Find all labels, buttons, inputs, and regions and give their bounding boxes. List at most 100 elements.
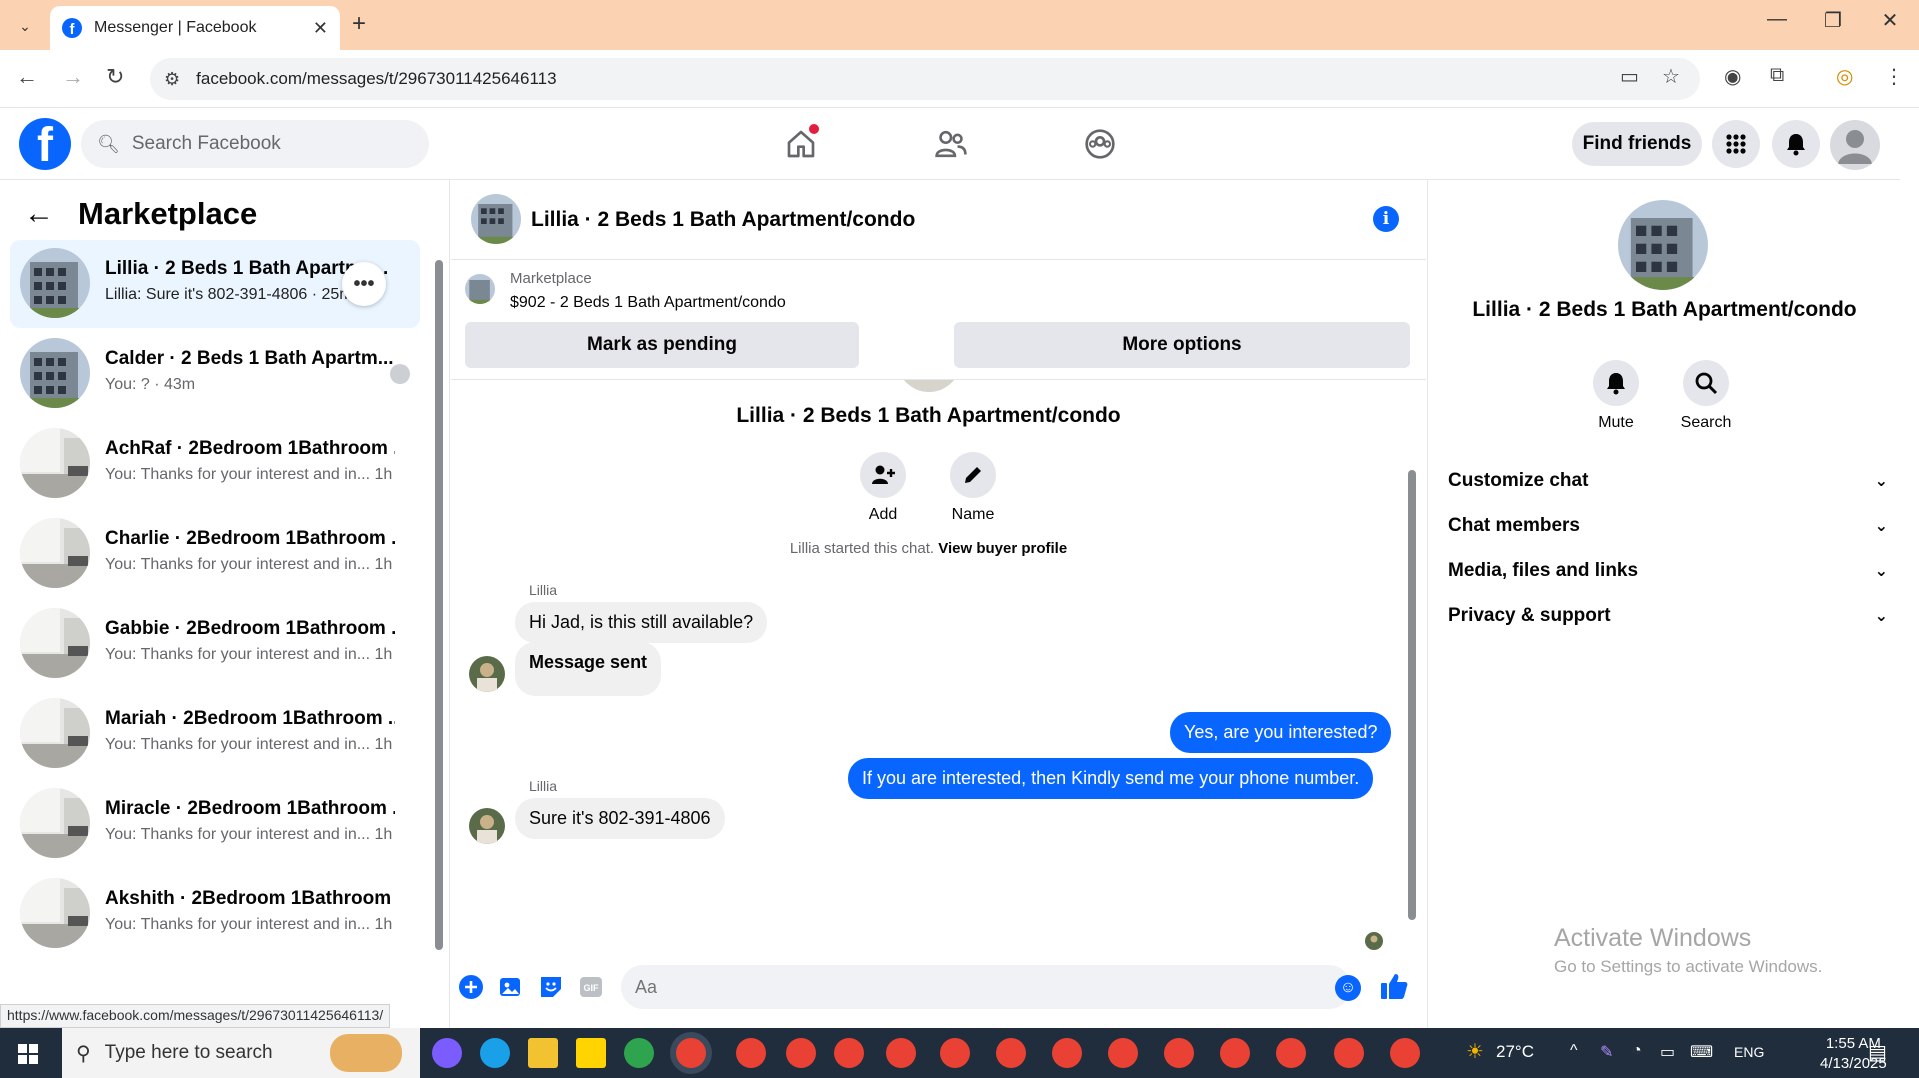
emoji-icon[interactable]: ☺	[1335, 975, 1361, 1001]
groups-icon[interactable]	[1080, 124, 1120, 164]
close-window-icon[interactable]: ✕	[1865, 8, 1915, 33]
back-arrow-icon[interactable]: ←	[16, 64, 38, 90]
chrome-profile-icon[interactable]	[1276, 1038, 1306, 1068]
gif-icon[interactable]: GIF	[577, 973, 605, 1001]
menu-grid-icon[interactable]	[1712, 120, 1760, 168]
tab-close-icon[interactable]: ✕	[313, 18, 328, 39]
conversation-item[interactable]: Gabbie · 2Bedroom 1Bathroom ... You: Tha…	[10, 600, 420, 688]
tray-chevron-up-icon[interactable]: ^	[1570, 1042, 1578, 1060]
chrome-profile-icon[interactable]	[1052, 1038, 1082, 1068]
profile-icon[interactable]: ◎	[1836, 64, 1853, 89]
conversation-list-scrollbar[interactable]	[433, 240, 443, 950]
chrome-profile-icon[interactable]	[1334, 1038, 1364, 1068]
friends-icon[interactable]	[931, 124, 971, 164]
temperature[interactable]: 27°C	[1496, 1042, 1534, 1062]
scrollbar-thumb[interactable]	[1408, 470, 1416, 920]
incoming-message[interactable]: Message sent	[515, 642, 662, 696]
chrome-profile-icon[interactable]	[736, 1038, 766, 1068]
more-options-icon[interactable]: •••	[342, 262, 386, 306]
view-buyer-profile-link[interactable]: View buyer profile	[938, 540, 1067, 557]
chrome-profile-icon[interactable]	[1220, 1038, 1250, 1068]
listing-price-title[interactable]: $902 - 2 Beds 1 Bath Apartment/condo	[510, 294, 786, 312]
conversation-item[interactable]: Akshith · 2Bedroom 1Bathroom ... You: Th…	[10, 870, 420, 958]
find-friends-button[interactable]: Find friends	[1572, 122, 1702, 166]
sender-avatar[interactable]	[469, 656, 505, 692]
incoming-message[interactable]: Hi Jad, is this still available?	[515, 602, 768, 643]
file-explorer-icon[interactable]	[528, 1038, 558, 1068]
sticker-icon[interactable]	[537, 973, 565, 1001]
weather-icon[interactable]: ☀	[1466, 1039, 1484, 1064]
sticky-notes-icon[interactable]	[576, 1038, 606, 1068]
outgoing-message[interactable]: Yes, are you interested?	[1170, 712, 1392, 753]
add-people-action[interactable]: Add	[843, 452, 923, 524]
extensions-puzzle-icon[interactable]: ⧉	[1770, 64, 1784, 87]
notifications-bell-icon[interactable]	[1772, 120, 1820, 168]
chat-title[interactable]: Lillia · 2 Beds 1 Bath Apartment/condo	[531, 208, 915, 232]
copilot-app-icon[interactable]	[432, 1038, 462, 1068]
message-input[interactable]	[621, 965, 1351, 1009]
copilot-icon[interactable]: ◉	[1724, 64, 1741, 89]
install-app-icon[interactable]: ▭	[1620, 64, 1639, 89]
edge-app-icon[interactable]	[480, 1038, 510, 1068]
more-options-button[interactable]: More options	[954, 322, 1410, 368]
site-info-icon[interactable]: ⚙	[164, 69, 180, 90]
forward-arrow-icon[interactable]: →	[62, 64, 84, 90]
browser-tab-messenger[interactable]: f Messenger | Facebook ✕	[50, 6, 340, 50]
mute-action[interactable]: Mute	[1576, 360, 1656, 432]
account-avatar[interactable]	[1830, 120, 1880, 170]
chrome-app-icon-active[interactable]	[676, 1038, 706, 1068]
conversation-item[interactable]: Lillia · 2 Beds 1 Bath Apartme... Lillia…	[10, 240, 420, 328]
details-avatar[interactable]	[1618, 200, 1708, 290]
info-icon[interactable]: i	[1373, 206, 1399, 232]
chrome-profile-icon[interactable]	[940, 1038, 970, 1068]
search-action[interactable]: Search	[1666, 360, 1746, 432]
network-icon[interactable]: ◔	[1632, 1042, 1642, 1060]
chat-members-section[interactable]: Chat members ⌄	[1448, 506, 1888, 546]
incoming-message[interactable]: Sure it's 802-391-4806	[515, 798, 725, 839]
battery-icon[interactable]: ▭	[1660, 1042, 1675, 1062]
pen-icon[interactable]: ✎	[1600, 1042, 1613, 1062]
thread-scrollbar[interactable]	[1406, 385, 1418, 945]
privacy-support-section[interactable]: Privacy & support ⌄	[1448, 596, 1888, 636]
bookmark-star-icon[interactable]: ☆	[1662, 64, 1680, 89]
reload-icon[interactable]: ↻	[106, 64, 124, 90]
conversation-item[interactable]: Calder · 2 Beds 1 Bath Apartm... You: ? …	[10, 330, 420, 418]
media-files-links-section[interactable]: Media, files and links ⌄	[1448, 551, 1888, 591]
tab-list-chevron-icon[interactable]: ⌄	[10, 12, 40, 40]
language-indicator[interactable]: ENG	[1734, 1044, 1764, 1060]
scrollbar-thumb[interactable]	[435, 260, 443, 950]
chrome-profile-icon[interactable]	[786, 1038, 816, 1068]
plus-circle-icon[interactable]	[457, 973, 485, 1001]
address-bar[interactable]: ⚙ facebook.com/messages/t/29673011425646…	[150, 58, 1700, 100]
facebook-logo-icon[interactable]: f	[19, 118, 71, 170]
chrome-profile-icon[interactable]	[886, 1038, 916, 1068]
taskbar-search-input[interactable]: ⚲ Type here to search	[62, 1028, 420, 1078]
chat-avatar[interactable]	[471, 194, 521, 244]
restore-icon[interactable]: ❐	[1808, 8, 1858, 33]
facebook-search-input[interactable]: 🔍︎ Search Facebook	[81, 120, 429, 168]
browser-menu-icon[interactable]: ⋮	[1884, 64, 1904, 89]
outgoing-message[interactable]: If you are interested, then Kindly send …	[848, 758, 1374, 799]
back-arrow-icon[interactable]: ←	[24, 197, 54, 231]
conversation-item[interactable]: Mariah · 2Bedroom 1Bathroom ... You: Tha…	[10, 690, 420, 778]
customize-chat-section[interactable]: Customize chat ⌄	[1448, 461, 1888, 501]
photo-icon[interactable]	[497, 973, 525, 1001]
conversation-item[interactable]: Charlie · 2Bedroom 1Bathroom ... You: Th…	[10, 510, 420, 598]
chrome-profile-icon[interactable]	[996, 1038, 1026, 1068]
keyboard-icon[interactable]: ⌨	[1690, 1042, 1713, 1062]
chrome-profile-icon[interactable]	[834, 1038, 864, 1068]
minimize-icon[interactable]: —	[1752, 8, 1802, 31]
chrome-app-icon[interactable]	[624, 1038, 654, 1068]
chrome-profile-icon[interactable]	[1164, 1038, 1194, 1068]
home-icon[interactable]	[781, 124, 821, 164]
conversation-item[interactable]: AchRaf · 2Bedroom 1Bathroom ... You: Tha…	[10, 420, 420, 508]
chrome-profile-icon[interactable]	[1108, 1038, 1138, 1068]
conversation-item[interactable]: Miracle · 2Bedroom 1Bathroom ... You: Th…	[10, 780, 420, 868]
notification-center-icon[interactable]: ▤	[1868, 1040, 1887, 1065]
thumbs-up-icon[interactable]	[1379, 971, 1409, 1008]
mark-as-pending-button[interactable]: Mark as pending	[465, 322, 859, 368]
new-tab-plus-icon[interactable]: +	[352, 10, 366, 38]
sender-avatar[interactable]	[469, 808, 505, 844]
name-action[interactable]: Name	[933, 452, 1013, 524]
chrome-profile-icon[interactable]	[1390, 1038, 1420, 1068]
